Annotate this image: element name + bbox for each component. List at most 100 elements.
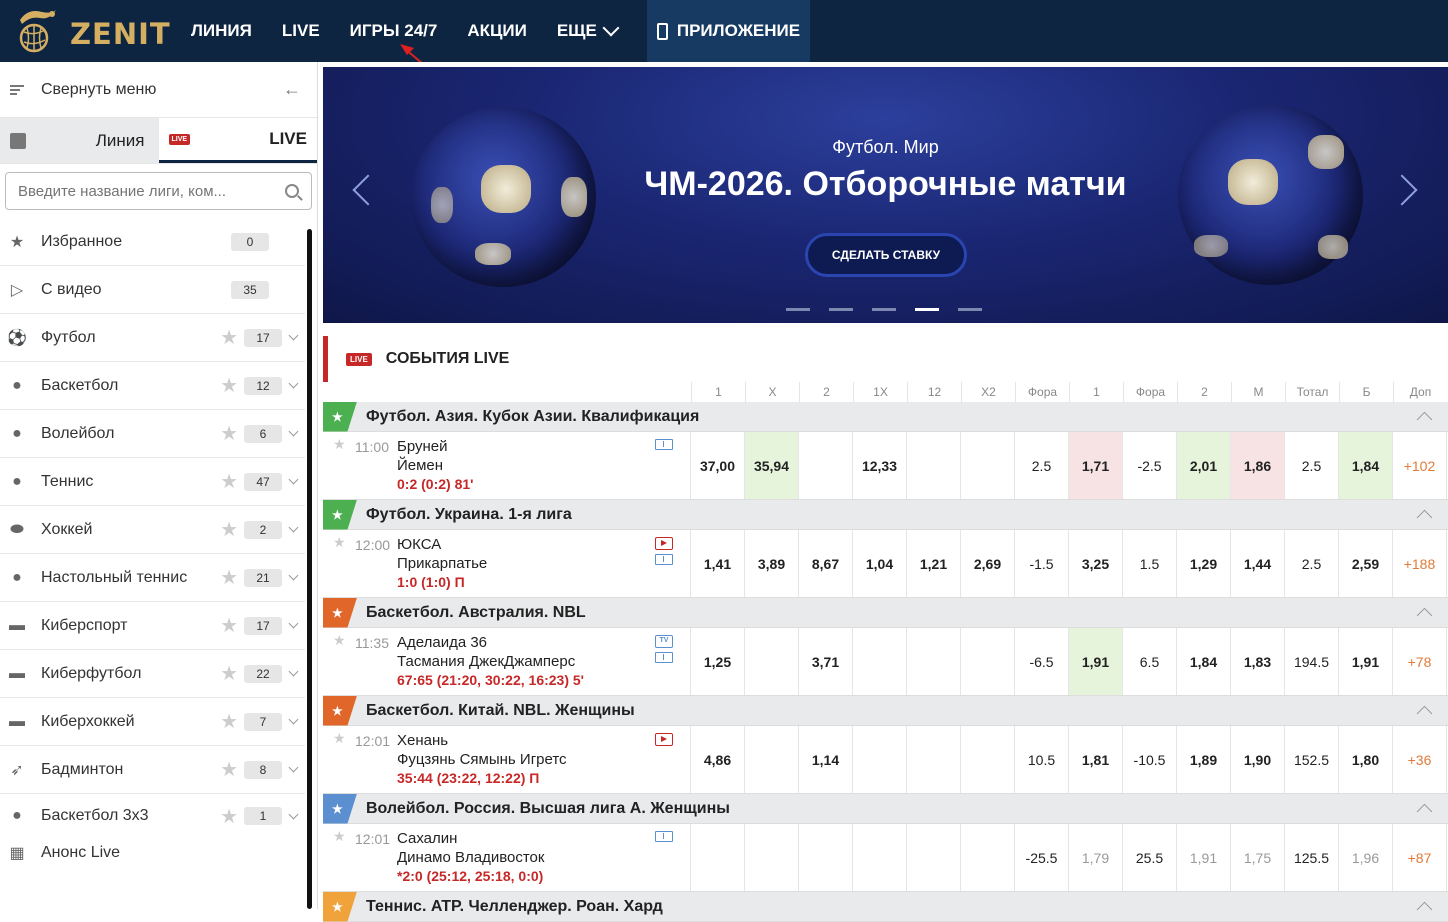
sidebar-item-basketball-3x3[interactable]: ● Баскетбол 3х3 ★ 1 [0, 794, 305, 838]
sidebar-item-football[interactable]: ⚽ Футбол ★ 17 [0, 314, 305, 362]
match-info[interactable]: ★ 12:01 Сахалин Динамо Владивосток *2:0 (25:… [323, 824, 691, 891]
odds-cell[interactable]: 2,69 [961, 530, 1015, 597]
odds-cell[interactable]: 8,67 [799, 530, 853, 597]
odds-cell[interactable]: 1,25 [691, 628, 745, 695]
odds-cell[interactable]: 1.5 [1123, 530, 1177, 597]
favorite-star-icon[interactable]: ★ [323, 597, 357, 628]
odds-cell[interactable]: +36 [1393, 726, 1447, 793]
odds-cell[interactable]: 125.5 [1285, 824, 1339, 891]
slider-dot[interactable] [829, 308, 853, 311]
star-icon[interactable]: ★ [333, 436, 346, 453]
match-row[interactable]: ★ 11:35 Аделаида 36 Тасмания ДжекДжамперс 67… [323, 628, 1448, 696]
league-header[interactable]: ★ Теннис. ATP. Челленджер. Роан. Хард [323, 891, 1448, 922]
nav-more[interactable]: ЕЩЕ [542, 0, 632, 62]
slider-dot[interactable] [786, 308, 810, 311]
chevron-down-icon[interactable] [288, 809, 299, 819]
odds-cell[interactable]: 2,01 [1177, 432, 1231, 499]
favorite-star-icon[interactable]: ★ [323, 499, 357, 530]
favorite-star-icon[interactable]: ★ [323, 891, 357, 922]
league-header[interactable]: ★ Баскетбол. Австралия. NBL [323, 597, 1448, 628]
odds-cell[interactable]: 1,44 [1231, 530, 1285, 597]
star-icon[interactable]: ★ [333, 632, 346, 649]
odds-cell[interactable]: 1,41 [691, 530, 745, 597]
odds-cell[interactable]: 1,29 [1177, 530, 1231, 597]
favorite-star-icon[interactable]: ★ [220, 709, 238, 734]
odds-cell[interactable]: 12,33 [853, 432, 907, 499]
match-info[interactable]: ★ 11:00 Бруней Йемен 0:2 (0:2) 81' [323, 432, 691, 499]
odds-cell[interactable]: -2.5 [1123, 432, 1177, 499]
sidebar-item-cyberfootball[interactable]: ▬ Киберфутбол ★ 22 [0, 650, 305, 698]
favorite-star-icon[interactable]: ★ [220, 565, 238, 590]
odds-cell[interactable]: 1,71 [1069, 432, 1123, 499]
match-info[interactable]: ★ 12:01 Хенань Фуцзянь Сямынь Игретс 35:44 (… [323, 726, 691, 793]
odds-cell[interactable]: +87 [1393, 824, 1447, 891]
sidebar-item-badminton[interactable]: ➶ Бадминтон ★ 8 [0, 746, 305, 794]
odds-cell[interactable]: 1,81 [1069, 726, 1123, 793]
sidebar-item-tennis[interactable]: ● Теннис ★ 47 [0, 458, 305, 506]
odds-cell[interactable]: 35,94 [745, 432, 799, 499]
chevron-down-icon[interactable] [288, 666, 299, 677]
field-stats-icon[interactable] [655, 652, 673, 663]
sidebar-item-basketball[interactable]: ● Баскетбол ★ 12 [0, 362, 305, 410]
sidebar-item-esports[interactable]: ▬ Киберспорт ★ 17 [0, 602, 305, 650]
chevron-down-icon[interactable] [288, 474, 299, 485]
odds-cell[interactable]: 1,91 [1177, 824, 1231, 891]
league-header[interactable]: ★ Футбол. Украина. 1-я лига [323, 499, 1448, 530]
sidebar-item-announce-live[interactable]: ▦ Анонс Live [0, 838, 305, 868]
odds-cell[interactable]: 1,21 [907, 530, 961, 597]
chevron-down-icon[interactable] [288, 426, 299, 437]
nav-app[interactable]: ПРИЛОЖЕНИЕ [646, 0, 811, 62]
odds-cell[interactable]: 1,04 [853, 530, 907, 597]
odds-cell[interactable]: 1,91 [1339, 628, 1393, 695]
favorite-star-icon[interactable]: ★ [220, 325, 238, 350]
chevron-down-icon[interactable] [288, 570, 299, 581]
sidebar-item-video[interactable]: ▷ С видео 35 [0, 266, 305, 314]
tv-icon[interactable]: TV [655, 635, 673, 648]
arrow-left-icon[interactable]: ← [283, 79, 301, 100]
odds-cell[interactable]: 2.5 [1015, 432, 1069, 499]
match-row[interactable]: ★ 12:01 Хенань Фуцзянь Сямынь Игретс 35:44 (… [323, 726, 1448, 794]
odds-cell[interactable]: 4,86 [691, 726, 745, 793]
chevron-down-icon[interactable] [288, 378, 299, 389]
favorite-star-icon[interactable]: ★ [220, 613, 238, 638]
odds-cell[interactable]: 1,75 [1231, 824, 1285, 891]
star-icon[interactable]: ★ [333, 534, 346, 551]
sidebar-item-cyberhockey[interactable]: ▬ Киберхоккей ★ 7 [0, 698, 305, 746]
favorite-star-icon[interactable]: ★ [220, 757, 238, 782]
sidebar-item-hockey[interactable]: ⬬ Хоккей ★ 2 [0, 506, 305, 554]
chevron-up-icon[interactable] [1416, 901, 1433, 918]
favorite-star-icon[interactable]: ★ [220, 421, 238, 446]
favorite-star-icon[interactable]: ★ [323, 793, 357, 824]
odds-cell[interactable]: 1,14 [799, 726, 853, 793]
odds-cell[interactable]: 1,84 [1339, 432, 1393, 499]
odds-cell[interactable]: 1,80 [1339, 726, 1393, 793]
field-stats-icon[interactable] [655, 554, 673, 565]
odds-cell[interactable]: 37,00 [691, 432, 745, 499]
odds-cell[interactable]: 1,86 [1231, 432, 1285, 499]
chevron-up-icon[interactable] [1416, 803, 1433, 820]
chevron-down-icon[interactable] [288, 330, 299, 341]
match-row[interactable]: ★ 12:00 ЮКСА Прикарпатье 1:0 (1:0) П 1,41 3,89… [323, 530, 1448, 598]
match-row[interactable]: ★ 12:01 Сахалин Динамо Владивосток *2:0 (25:… [323, 824, 1448, 892]
chevron-up-icon[interactable] [1416, 509, 1433, 526]
sidebar-scrollbar[interactable] [307, 229, 312, 909]
favorite-star-icon[interactable]: ★ [323, 695, 357, 726]
favorite-star-icon[interactable]: ★ [323, 401, 357, 432]
sidebar-item-table-tennis[interactable]: ● Настольный теннис ★ 21 [0, 554, 305, 602]
league-header[interactable]: ★ Баскетбол. Китай. NBL. Женщины [323, 695, 1448, 726]
collapse-menu-button[interactable]: Свернуть меню ← [0, 62, 317, 118]
favorite-star-icon[interactable]: ★ [220, 804, 238, 829]
league-header[interactable]: ★ Волейбол. Россия. Высшая лига А. Женщин… [323, 793, 1448, 824]
odds-cell[interactable]: 1,79 [1069, 824, 1123, 891]
search-icon[interactable] [285, 184, 299, 198]
zenit-logo[interactable]: ZENIT [12, 6, 170, 56]
odds-cell[interactable]: 25.5 [1123, 824, 1177, 891]
nav-liniya[interactable]: ЛИНИЯ [176, 0, 267, 62]
match-info[interactable]: ★ 11:35 Аделаида 36 Тасмания ДжекДжамперс 67… [323, 628, 691, 695]
odds-cell[interactable]: 2.5 [1285, 432, 1339, 499]
promo-banner[interactable]: Футбол. Мир ЧМ-2026. Отборочные матчи СД… [323, 67, 1448, 323]
chevron-down-icon[interactable] [288, 618, 299, 629]
odds-cell[interactable]: 2,59 [1339, 530, 1393, 597]
odds-cell[interactable]: 1,83 [1231, 628, 1285, 695]
chevron-down-icon[interactable] [288, 522, 299, 533]
